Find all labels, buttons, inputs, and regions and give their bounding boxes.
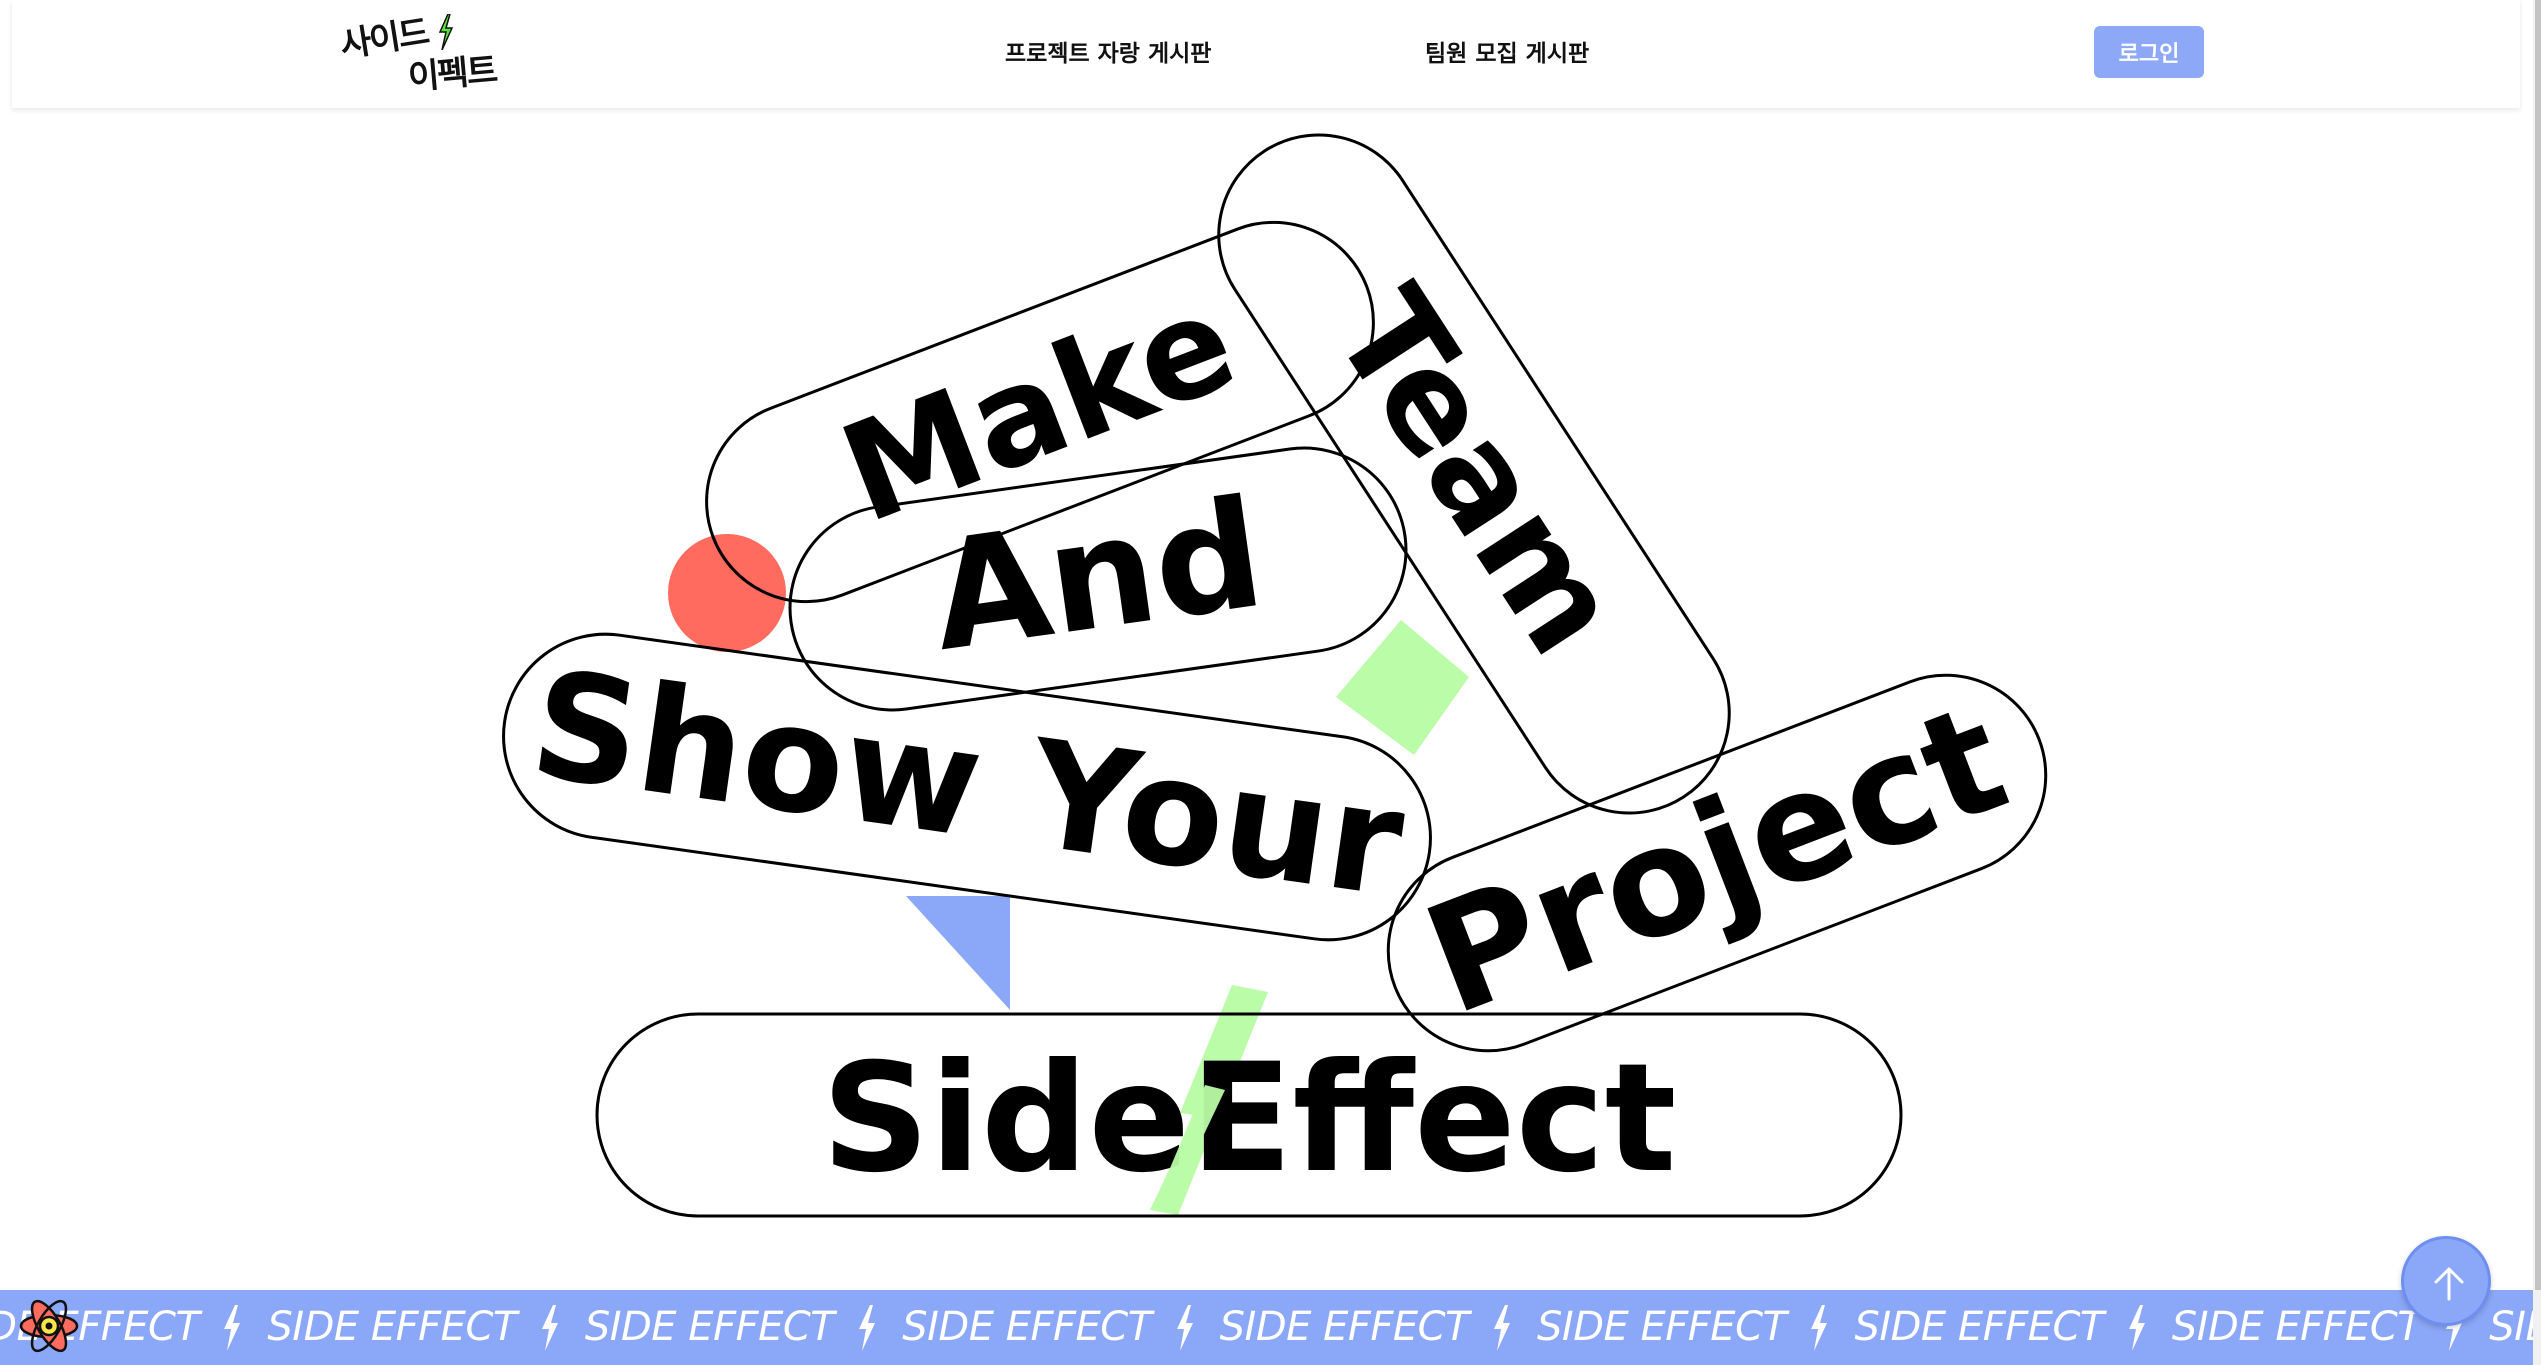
marquee-item: SIDE EFFECT — [585, 1290, 902, 1365]
marquee-text: SIDE EFFECT — [584, 1304, 835, 1350]
hero-word-team: Team — [1304, 262, 1652, 681]
marquee-item: SIDE EFFECT — [1537, 1290, 1854, 1365]
marquee-item: SIDE EFFECT — [902, 1290, 1219, 1365]
marquee-item: SIDE EFFECT — [1220, 1290, 1537, 1365]
hero-word-project: Project — [1404, 671, 2027, 1049]
hero-word-sideeffect: SideEffect — [822, 1032, 1677, 1206]
lightning-bolt-icon — [1494, 1304, 1511, 1351]
lightning-bolt-icon — [1176, 1304, 1193, 1351]
logo[interactable]: 사이드 이펙트 — [337, 12, 510, 97]
nav-team-recruit-board[interactable]: 팀원 모집 게시판 — [1425, 34, 1589, 68]
lightning-bolt-icon — [859, 1304, 876, 1351]
marquee-item: SIDE EFFECT — [267, 1290, 584, 1365]
logo-text-line2: 이펙트 — [406, 50, 498, 98]
lightning-bolt-icon — [541, 1304, 558, 1351]
marquee-text: SIDE EFFECT — [2171, 1304, 2422, 1350]
marquee-text: SIDE EFFECT — [1854, 1304, 2104, 1350]
hero-illustration: Make Team And Show Your Project SideEffe… — [502, 133, 2048, 1218]
side-effect-marquee: SIDE EFFECT SIDE EFFECT SIDE EFFECT SIDE… — [0, 1290, 2533, 1365]
marquee-text: SIDE EFFECT — [1537, 1304, 1787, 1350]
arrow-up-icon — [2434, 1267, 2464, 1301]
green-diamond-shape — [1336, 620, 1469, 755]
site-header: 사이드 이펙트 프로젝트 자랑 게시판 팀원 모집 게시판 로그인 — [12, 0, 2520, 108]
marquee-track: SIDE EFFECT SIDE EFFECT SIDE EFFECT SIDE… — [0, 1290, 2533, 1365]
marquee-item: SIDE EFFECT — [2489, 1290, 2533, 1365]
lightning-bolt-icon — [224, 1304, 241, 1351]
scroll-to-top-button[interactable] — [2401, 1236, 2491, 1326]
blue-triangle-shape — [906, 896, 1010, 1010]
marquee-text: SIDE EFFECT — [267, 1304, 517, 1350]
nav-project-showcase-board[interactable]: 프로젝트 자랑 게시판 — [1005, 34, 1211, 68]
marquee-text: SIDE EFFECT — [1219, 1304, 1470, 1350]
marquee-item: SIDE EFFECT — [1854, 1290, 2171, 1365]
login-button[interactable]: 로그인 — [2094, 26, 2204, 78]
react-atom-icon — [19, 1299, 79, 1353]
lightning-bolt-icon — [1811, 1304, 1828, 1351]
logo-bolt-icon — [438, 14, 454, 50]
marquee-text: SIDE EFFECT — [2489, 1304, 2533, 1350]
marquee-text: SIDE EFFECT — [902, 1304, 1152, 1350]
lightning-bolt-icon — [2128, 1304, 2145, 1351]
